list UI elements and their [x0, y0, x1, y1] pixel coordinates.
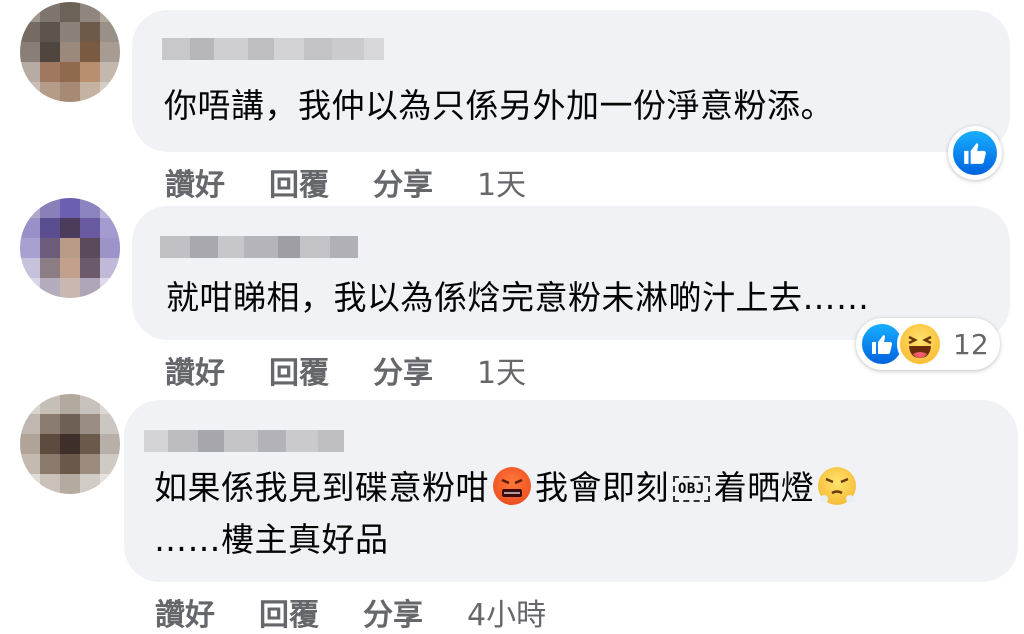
comment-text-part: 着晒燈: [713, 468, 815, 507]
comment-text: 你唔講，我仲以為只係另外加一份淨意粉添。: [164, 86, 834, 125]
triumph-emoji-icon: [818, 467, 857, 505]
comment-text: 如果係我見到碟意粉咁 我會即刻 OBJ 着晒燈: [154, 462, 860, 514]
avatar[interactable]: [20, 198, 120, 298]
author-name-blurred[interactable]: [160, 236, 358, 258]
timestamp[interactable]: 1天: [477, 160, 526, 204]
reaction-count: 12: [953, 327, 989, 361]
haha-reaction-icon: [897, 321, 943, 367]
reply-button[interactable]: 回覆: [259, 590, 319, 634]
comment-bubble: 如果係我見到碟意粉咁 我會即刻 OBJ 着晒燈 ……樓主真好品: [124, 400, 1018, 582]
like-button[interactable]: 讚好: [165, 160, 225, 204]
reply-button[interactable]: 回覆: [269, 348, 329, 392]
share-button[interactable]: 分享: [373, 348, 433, 392]
timestamp[interactable]: 1天: [477, 348, 526, 392]
like-button[interactable]: 讚好: [155, 590, 215, 634]
reaction-summary[interactable]: 12: [856, 318, 1000, 370]
comment-text-part: 我會即刻: [535, 468, 669, 507]
author-name-blurred[interactable]: [162, 38, 384, 60]
comment-text-part: 如果係我見到碟意粉咁: [154, 468, 489, 507]
comment-bubble: 你唔講，我仲以為只係另外加一份淨意粉添。: [132, 10, 1010, 152]
share-button[interactable]: 分享: [373, 160, 433, 204]
angry-emoji-icon: [493, 467, 531, 505]
avatar[interactable]: [20, 2, 120, 102]
comment-text: 就咁睇相，我以為係焓完意粉未淋啲汁上去……: [166, 278, 870, 317]
comment-text-line2: ……樓主真好品: [154, 520, 389, 559]
comment-actions: 讚好 回覆 分享 4小時: [155, 590, 546, 634]
share-button[interactable]: 分享: [363, 590, 423, 634]
comment-actions: 讚好 回覆 分享 1天: [165, 348, 526, 392]
object-replacement-glyph: OBJ: [673, 476, 710, 502]
reaction-summary[interactable]: [948, 126, 1002, 180]
like-reaction-icon: [950, 128, 1000, 178]
reply-button[interactable]: 回覆: [269, 160, 329, 204]
timestamp[interactable]: 4小時: [467, 590, 546, 634]
comment-actions: 讚好 回覆 分享 1天: [165, 160, 526, 204]
avatar[interactable]: [20, 394, 120, 494]
author-name-blurred[interactable]: [144, 430, 344, 452]
like-button[interactable]: 讚好: [165, 348, 225, 392]
